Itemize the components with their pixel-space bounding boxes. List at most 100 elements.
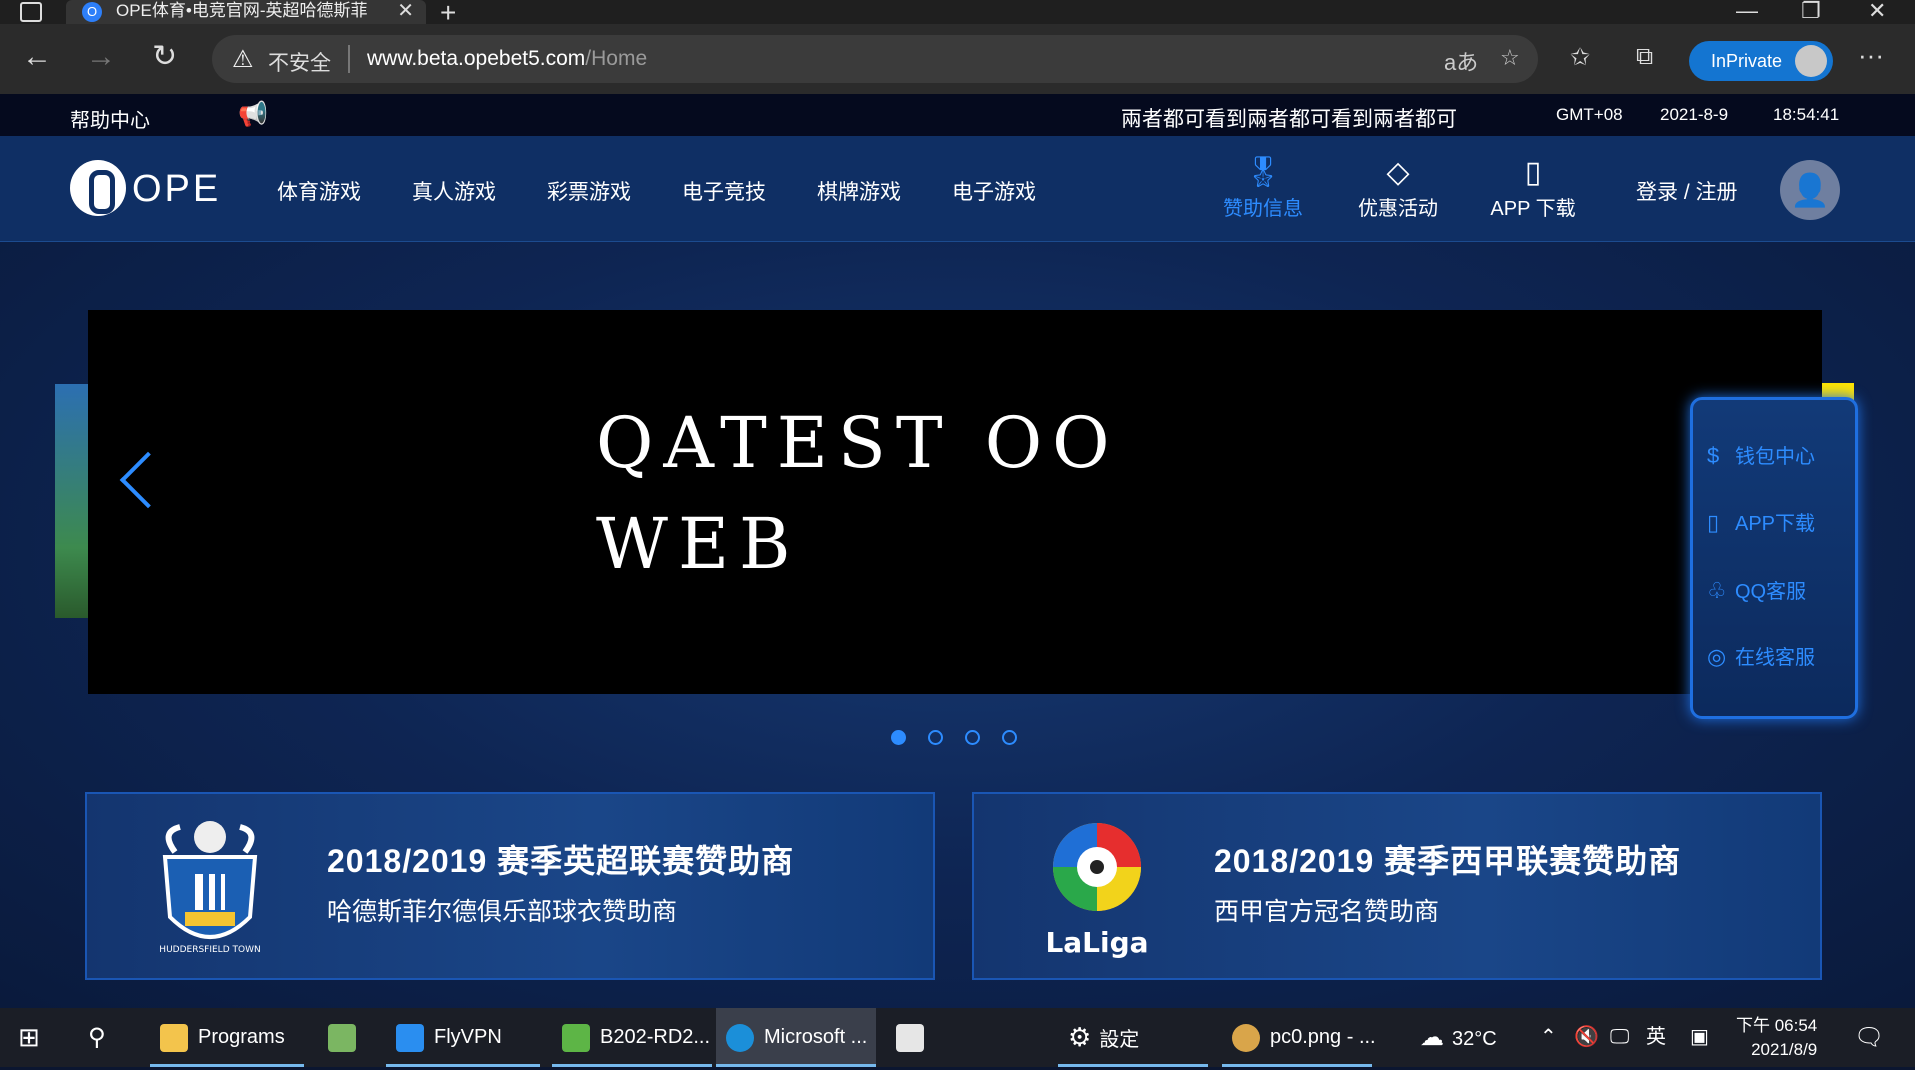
paint-icon bbox=[1232, 1023, 1260, 1052]
side-wallet-center[interactable]: $ 钱包中心 bbox=[1707, 440, 1815, 469]
announcement-marquee[interactable]: 兩者都可看到兩者都可看到兩者都可 bbox=[1121, 103, 1457, 133]
diamond-icon: ◇ bbox=[1386, 156, 1410, 189]
sponsor-card-laliga[interactable]: LaLiga 2018/2019 赛季西甲联赛赞助商 西甲官方冠名赞助商 bbox=[972, 792, 1822, 980]
taskbar-paint[interactable]: pc0.png - ... bbox=[1222, 1008, 1376, 1067]
side-app-download[interactable]: ▯ APP下载 bbox=[1707, 507, 1815, 536]
weather-widget[interactable]: ☁ 32°C bbox=[1420, 1008, 1497, 1067]
browser-tabbar: O OPE体育•电竞官网-英超哈德斯菲 ✕ + — ❐ ✕ bbox=[0, 0, 1915, 28]
qq-icon: ♧ bbox=[1707, 578, 1727, 603]
minimize-icon[interactable]: — bbox=[1736, 0, 1758, 24]
remote-desktop-icon bbox=[562, 1023, 590, 1052]
login-register-link[interactable]: 登录 / 注册 bbox=[1636, 176, 1738, 206]
nav-promotions-label: 优惠活动 bbox=[1358, 198, 1438, 220]
carousel-dot[interactable] bbox=[928, 730, 943, 745]
award-icon: 🎖 bbox=[1243, 156, 1283, 189]
forward-icon[interactable]: → bbox=[86, 42, 116, 72]
floating-side-panel: $ 钱包中心 ▯ APP下载 ♧ QQ客服 ◎ 在线客服 bbox=[1690, 397, 1858, 719]
taskbar-notepad[interactable] bbox=[318, 1008, 378, 1067]
tray-chevron-icon[interactable]: ⌃ bbox=[1540, 1008, 1557, 1067]
nav-slot-games[interactable]: 电子游戏 bbox=[952, 176, 1036, 206]
taskbar-flyvpn[interactable]: FlyVPN bbox=[386, 1008, 540, 1067]
site-logo[interactable]: OPE bbox=[70, 160, 224, 216]
cloud-icon: ☁ bbox=[1420, 1024, 1444, 1051]
user-icon[interactable]: 👤 bbox=[1780, 160, 1840, 220]
add-favorite-icon[interactable]: ☆ bbox=[1500, 45, 1520, 71]
restore-icon[interactable]: ❐ bbox=[1801, 0, 1821, 24]
crest-label: HUDDERSFIELD TOWN bbox=[159, 945, 260, 955]
ime-indicator[interactable]: 英 bbox=[1646, 1008, 1666, 1067]
nav-chess-cards[interactable]: 棋牌游戏 bbox=[817, 176, 901, 206]
taskbar-label: FlyVPN bbox=[434, 1026, 502, 1048]
nav-sports[interactable]: 体育游戏 bbox=[277, 176, 361, 206]
inprivate-button[interactable]: InPrivate bbox=[1689, 41, 1833, 81]
collections-icon[interactable]: ⧉ bbox=[1636, 43, 1653, 71]
nav-app-download-label: APP 下载 bbox=[1490, 198, 1576, 220]
taskbar-label: B202-RD2... bbox=[600, 1026, 711, 1048]
phone-icon: ▯ bbox=[1524, 156, 1542, 189]
ime-mode-icon[interactable]: ▣ bbox=[1690, 1008, 1709, 1067]
system-clock[interactable]: 下午 06:54 2021/8/9 bbox=[1736, 1014, 1817, 1062]
nav-live-casino[interactable]: 真人游戏 bbox=[412, 176, 496, 206]
announcement-icon[interactable]: 📢 bbox=[238, 100, 268, 129]
carousel-dot[interactable] bbox=[1002, 730, 1017, 745]
sponsor-title: 2018/2019 赛季西甲联赛赞助商 bbox=[1214, 843, 1682, 879]
banner-line-2: WEB bbox=[596, 503, 801, 585]
edge-icon bbox=[726, 1023, 754, 1052]
hero-banner[interactable]: QATEST OO WEB bbox=[88, 310, 1822, 694]
address-bar[interactable]: ⚠ 不安全 www.beta.opebet5.com/Home aあ ☆ bbox=[212, 35, 1538, 83]
nav-app-download[interactable]: ▯ APP 下载 bbox=[1483, 154, 1583, 221]
network-icon[interactable]: 🖵 bbox=[1610, 1008, 1629, 1067]
carousel-dot[interactable] bbox=[965, 730, 980, 745]
crest-label: LaLiga bbox=[1045, 926, 1148, 959]
taskbar-window-app[interactable] bbox=[888, 1008, 948, 1067]
taskbar-remote-desktop[interactable]: B202-RD2... bbox=[552, 1008, 712, 1067]
laliga-logo-icon: LaLiga bbox=[1045, 823, 1149, 959]
browser-tab-active[interactable]: O OPE体育•电竞官网-英超哈德斯菲 ✕ bbox=[66, 0, 426, 24]
carousel-dot[interactable] bbox=[891, 730, 906, 745]
taskbar-label: 設定 bbox=[1099, 1029, 1140, 1051]
translate-icon[interactable]: aあ bbox=[1444, 45, 1478, 77]
nav-lottery[interactable]: 彩票游戏 bbox=[547, 176, 631, 206]
nav-esports[interactable]: 电子竞技 bbox=[682, 176, 766, 206]
site-infobar: 帮助中心 📢 兩者都可看到兩者都可看到兩者都可 GMT+08 2021-8-9 … bbox=[0, 94, 1915, 136]
carousel-dots bbox=[891, 730, 1017, 745]
side-online-label: 在线客服 bbox=[1735, 647, 1815, 669]
url-path: /Home bbox=[585, 47, 648, 70]
taskbar-edge[interactable]: Microsoft ... bbox=[716, 1008, 876, 1067]
taskbar-label: pc0.png - ... bbox=[1270, 1026, 1376, 1048]
date-label: 2021-8-9 bbox=[1660, 105, 1729, 124]
sponsor-card-premier-league[interactable]: HUDDERSFIELD TOWN 2018/2019 赛季英超联赛赞助商 哈德… bbox=[85, 792, 935, 980]
volume-icon[interactable]: 🔇 bbox=[1574, 1008, 1599, 1067]
help-center-link[interactable]: 帮助中心 bbox=[70, 104, 150, 133]
huddersfield-crest-icon: HUDDERSFIELD TOWN bbox=[159, 821, 261, 955]
more-menu-icon[interactable]: ··· bbox=[1858, 40, 1884, 71]
taskbar-programs[interactable]: Programs bbox=[150, 1008, 304, 1067]
url-text[interactable]: www.beta.opebet5.com/Home bbox=[367, 47, 647, 71]
search-icon[interactable]: ⚲ bbox=[88, 1008, 106, 1067]
nav-promotions[interactable]: ◇ 优惠活动 bbox=[1348, 154, 1448, 221]
previous-slide-peek bbox=[55, 384, 89, 618]
timezone-label: GMT+08 bbox=[1556, 105, 1623, 124]
back-icon[interactable]: ← bbox=[22, 42, 52, 72]
phone-icon: ▯ bbox=[1707, 510, 1720, 535]
logo-text: OPE bbox=[132, 168, 222, 210]
sponsor-subtitle: 哈德斯菲尔德俱乐部球衣赞助商 bbox=[327, 898, 678, 926]
notifications-icon[interactable]: 🗨 bbox=[1854, 1008, 1884, 1067]
side-online-service[interactable]: ◎ 在线客服 bbox=[1707, 641, 1815, 670]
nav-sponsorship[interactable]: 🎖 赞助信息 bbox=[1213, 154, 1313, 221]
wallet-icon: $ bbox=[1707, 443, 1720, 468]
insecure-label[interactable]: 不安全 bbox=[268, 47, 331, 77]
warning-icon[interactable]: ⚠ bbox=[232, 45, 254, 74]
start-icon[interactable]: ⊞ bbox=[18, 1008, 40, 1067]
tab-close-icon[interactable]: ✕ bbox=[397, 0, 414, 22]
sponsor-subtitle: 西甲官方冠名赞助商 bbox=[1214, 898, 1440, 926]
side-qq-label: QQ客服 bbox=[1735, 581, 1807, 603]
browser-toolbar: ← → ↻ ⚠ 不安全 www.beta.opebet5.com/Home aあ… bbox=[0, 24, 1915, 94]
tab-actions-icon[interactable] bbox=[20, 2, 42, 22]
window-close-icon[interactable]: ✕ bbox=[1868, 0, 1886, 24]
taskbar-settings[interactable]: ⚙ 設定 bbox=[1058, 1008, 1208, 1067]
side-qq-service[interactable]: ♧ QQ客服 bbox=[1707, 575, 1806, 604]
favorites-icon[interactable]: ✩ bbox=[1570, 43, 1590, 72]
side-app-label: APP下载 bbox=[1735, 513, 1816, 535]
refresh-icon[interactable]: ↻ bbox=[152, 42, 177, 72]
